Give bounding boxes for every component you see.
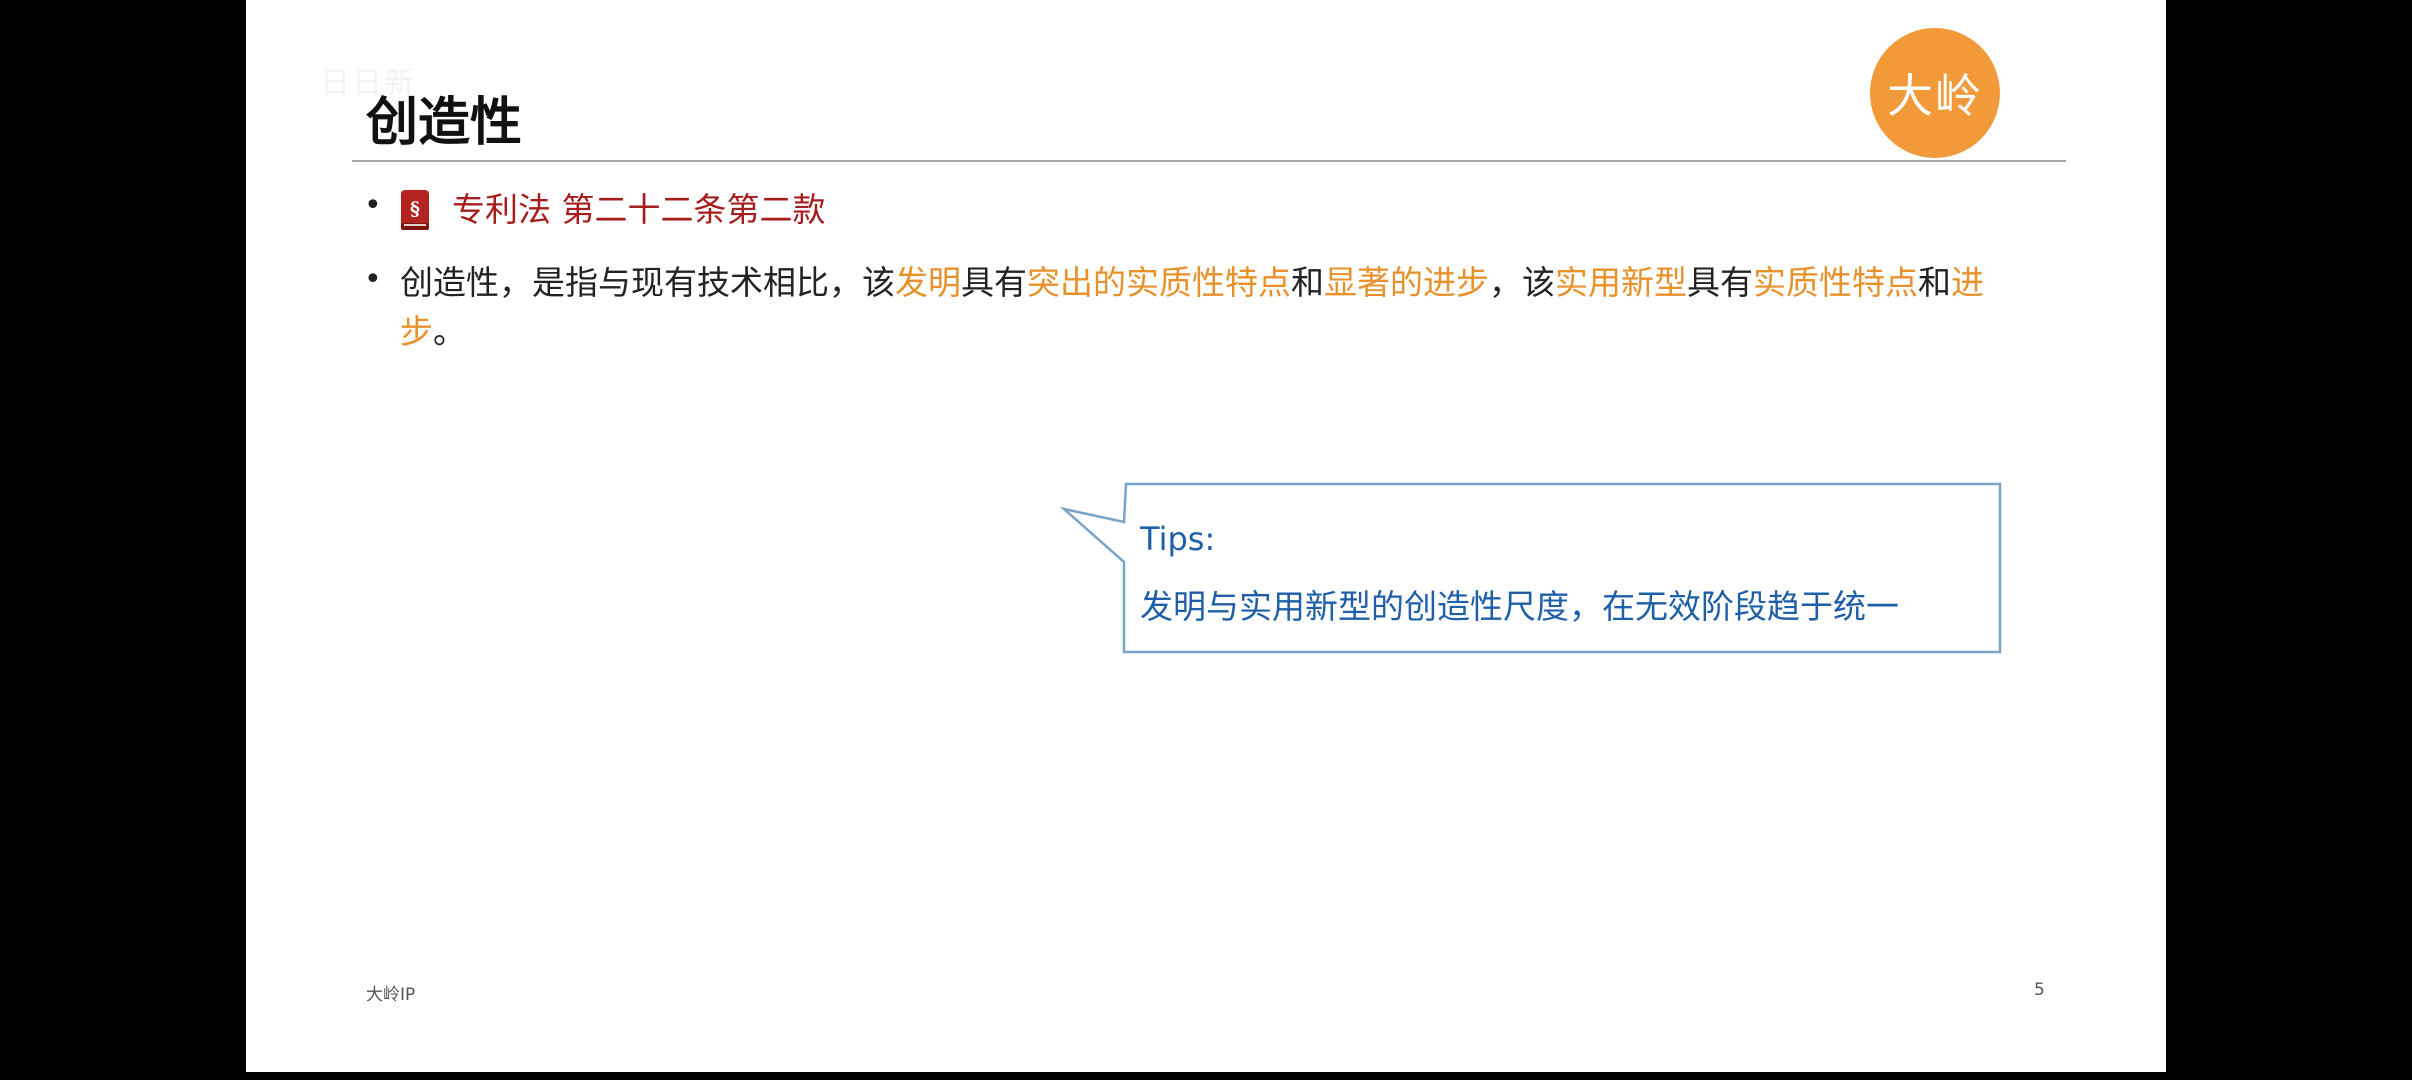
presentation-slide: 日日新 创造性 大岭 • § 专利法 第二十二条第二款 • 创造性，是指与现有技… xyxy=(246,0,2166,1072)
highlighted-term: 发明 xyxy=(895,263,961,302)
title-divider xyxy=(352,160,2066,162)
logo-text: 大岭 xyxy=(1887,60,1983,126)
law-reference-text: 专利法 第二十二条第二款 xyxy=(452,185,826,234)
tips-text: 发明与实用新型的创造性尺度，在无效阶段趋于统一 xyxy=(1140,580,1899,628)
bullet-dot: • xyxy=(364,262,382,297)
footer-brand: 大岭IP xyxy=(366,980,415,1005)
page-number: 5 xyxy=(2034,980,2045,1000)
highlighted-term: 实质性特点 xyxy=(1753,263,1918,302)
tips-callout xyxy=(1060,482,2166,662)
definition-text: 具有 xyxy=(1687,263,1753,302)
tips-title: Tips: xyxy=(1140,520,1215,558)
definition-paragraph: 创造性，是指与现有技术相比，该发明具有突出的实质性特点和显著的进步，该实用新型具… xyxy=(400,258,2000,356)
svg-text:§: § xyxy=(410,198,420,220)
highlighted-term: 突出的实质性特点 xyxy=(1027,263,1291,302)
bullet-dot: • xyxy=(364,188,382,223)
video-frame: 日日新 创造性 大岭 • § 专利法 第二十二条第二款 • 创造性，是指与现有技… xyxy=(0,0,2412,1080)
definition-text: 和 xyxy=(1291,263,1324,302)
highlighted-term: 显著的进步 xyxy=(1324,263,1489,302)
law-book-icon: § xyxy=(400,189,430,231)
definition-text: 。 xyxy=(433,312,466,351)
slide-title: 创造性 xyxy=(366,92,522,154)
law-reference-item: § 专利法 第二十二条第二款 xyxy=(400,185,826,234)
definition-text: 和 xyxy=(1918,263,1951,302)
highlighted-term: 实用新型 xyxy=(1555,263,1687,302)
definition-text: 具有 xyxy=(961,263,1027,302)
brand-logo: 大岭 xyxy=(1870,28,2000,158)
definition-text: ，该 xyxy=(1489,263,1555,302)
definition-text: 创造性，是指与现有技术相比，该 xyxy=(400,263,895,302)
